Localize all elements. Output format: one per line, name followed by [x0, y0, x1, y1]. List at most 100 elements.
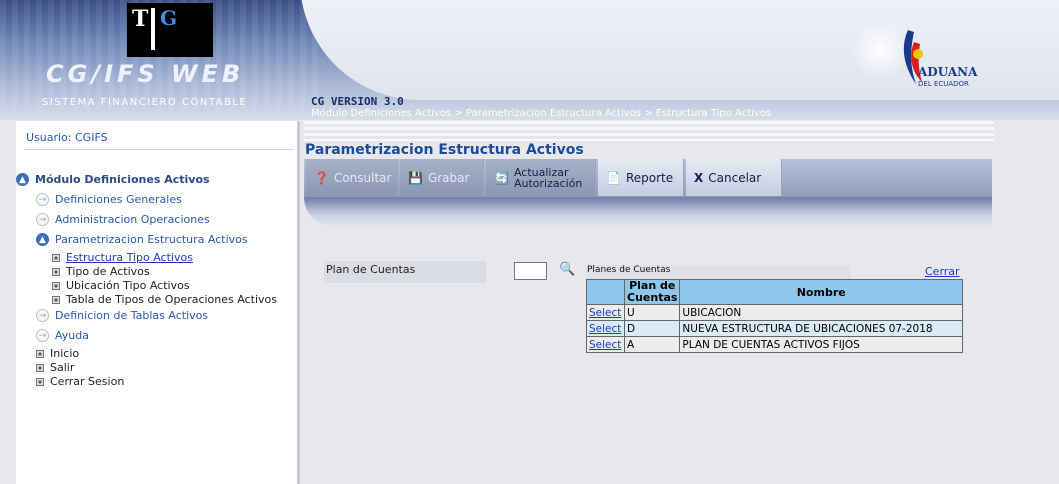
select-link[interactable]: Select — [589, 323, 621, 335]
sidebar-item-inicio[interactable]: Inicio — [36, 347, 79, 360]
actualizar-autorizacion-button[interactable]: 🔄 Actualizar Autorización — [486, 159, 596, 196]
bullet-icon — [52, 281, 60, 290]
sidebar: Usuario: CGIFS ▲ Módulo Definiciones Act… — [16, 121, 300, 484]
table-cell-name: PLAN DE CUENTAS ACTIVOS FIJOS — [679, 336, 963, 353]
table-cell-code: D — [623, 320, 681, 337]
lookup-popup-title: Planes de Cuentas — [586, 265, 851, 279]
table-row: Select U UBICACION — [586, 304, 963, 321]
app-title: CG/IFS WEB — [46, 60, 245, 88]
breadcrumb: Módulo Definiciones Activos > Parametriz… — [311, 108, 772, 119]
table-cell-code: A — [623, 336, 681, 353]
sidebar-subitem-label: Ubicación Tipo Activos — [66, 279, 190, 292]
logo-g: G — [160, 6, 178, 30]
sidebar-item-parametrizacion[interactable]: ▲ Parametrizacion Estructura Activos — [36, 233, 248, 246]
bullet-icon — [52, 267, 60, 276]
aduana-logo-text: ADUANA — [918, 65, 978, 79]
bullet-icon — [52, 295, 60, 304]
app-subtitle: SISTEMA FINANCIERO CONTABLE — [42, 97, 248, 108]
table-cell-select: Select — [586, 320, 625, 337]
table-cell-code: U — [623, 304, 681, 321]
arrow-right-icon: → — [36, 213, 49, 226]
sidebar-item-label: Ayuda — [55, 329, 89, 342]
help-icon: ❓ — [314, 170, 329, 185]
consultar-button[interactable]: ❓ Consultar — [306, 159, 398, 196]
sidebar-subitem-estructura-tipo-activos[interactable]: Estructura Tipo Activos — [52, 251, 193, 264]
aduana-logo-sub: DEL ECUADOR — [918, 80, 969, 88]
sidebar-item-label: Salir — [50, 361, 75, 374]
search-icon[interactable]: 🔍 — [559, 262, 575, 277]
collapse-up-icon: ▲ — [16, 173, 29, 186]
table-header-nombre: Nombre — [679, 279, 963, 305]
lookup-table: Plan de Cuentas Nombre Select U UBICACIO… — [586, 279, 963, 353]
user-label: Usuario: CGIFS — [26, 131, 108, 144]
bullet-icon — [52, 253, 60, 262]
sidebar-module-label: Módulo Definiciones Activos — [35, 173, 210, 186]
cancelar-button[interactable]: X Cancelar — [686, 159, 782, 196]
page-title: Parametrizacion Estructura Activos — [305, 142, 584, 158]
sidebar-module[interactable]: ▲ Módulo Definiciones Activos — [16, 173, 210, 186]
main-stripe — [304, 121, 994, 141]
reporte-label: Reporte — [625, 170, 674, 185]
sidebar-subitem-label: Tabla de Tipos de Operaciones Activos — [66, 293, 277, 306]
arrow-right-icon: → — [36, 193, 49, 206]
table-header-row: Plan de Cuentas Nombre — [586, 279, 963, 305]
refresh-icon: 🔄 — [494, 170, 509, 185]
sidebar-item-administracion-operaciones[interactable]: → Administracion Operaciones — [36, 213, 210, 226]
sidebar-item-label: Parametrizacion Estructura Activos — [55, 233, 248, 246]
sidebar-item-label: Definiciones Generales — [55, 193, 182, 206]
toolbar-shadow — [304, 197, 992, 227]
cancelar-label: Cancelar — [708, 170, 762, 185]
sidebar-item-label: Administracion Operaciones — [55, 213, 210, 226]
table-row: Select D NUEVA ESTRUCTURA DE UBICACIONES… — [586, 320, 963, 337]
version-label: CG VERSION 3.0 — [311, 95, 404, 108]
toolbar: ❓ Consultar 💾 Grabar 🔄 Actualizar Autori… — [304, 159, 992, 197]
table-header-plan: Plan de Cuentas — [623, 279, 681, 305]
bullet-icon — [36, 349, 44, 358]
plan-cuentas-label: Plan de Cuentas — [324, 261, 486, 283]
logo-t: T — [132, 6, 151, 32]
sidebar-subitem-ubicacion-tipo-activos[interactable]: Ubicación Tipo Activos — [52, 279, 190, 292]
sidebar-item-definiciones-generales[interactable]: → Definiciones Generales — [36, 193, 182, 206]
sidebar-item-salir[interactable]: Salir — [36, 361, 74, 374]
header-banner: T G CG/IFS WEB SISTEMA FINANCIERO CONTAB… — [0, 0, 1059, 120]
cancel-x-icon: X — [694, 170, 704, 185]
sidebar-item-label: Cerrar Sesion — [50, 375, 125, 388]
sidebar-item-label: Inicio — [50, 347, 80, 360]
table-cell-select: Select — [586, 336, 625, 353]
arrow-right-icon: → — [36, 329, 49, 342]
bullet-icon — [36, 363, 44, 372]
reporte-button[interactable]: 📄 Reporte — [598, 159, 684, 196]
grabar-label: Grabar — [427, 170, 470, 185]
actualizar-line2: Autorización — [513, 176, 583, 190]
table-cell-select: Select — [586, 304, 625, 321]
sidebar-item-cerrar-sesion[interactable]: Cerrar Sesion — [36, 375, 124, 388]
consultar-label: Consultar — [333, 170, 392, 185]
bullet-icon — [36, 377, 44, 386]
report-icon: 📄 — [606, 170, 621, 185]
sidebar-item-ayuda[interactable]: → Ayuda — [36, 329, 89, 342]
table-cell-name: UBICACION — [679, 304, 963, 321]
select-link[interactable]: Select — [589, 339, 621, 351]
app-window: T G CG/IFS WEB SISTEMA FINANCIERO CONTAB… — [0, 0, 1059, 484]
logo-bar — [151, 8, 155, 50]
select-link[interactable]: Select — [589, 307, 621, 319]
sidebar-subitem-label: Estructura Tipo Activos — [66, 251, 193, 264]
plan-cuentas-input[interactable] — [514, 262, 547, 280]
table-cell-name: NUEVA ESTRUCTURA DE UBICACIONES 07-2018 — [679, 320, 963, 337]
save-icon: 💾 — [408, 170, 423, 185]
sidebar-divider — [24, 149, 294, 150]
sidebar-item-label: Definicion de Tablas Activos — [55, 309, 209, 322]
sidebar-subitem-label: Tipo de Activos — [66, 265, 150, 278]
sidebar-subitem-tipo-de-activos[interactable]: Tipo de Activos — [52, 265, 150, 278]
close-link[interactable]: Cerrar — [925, 265, 960, 278]
actualizar-line1: Actualizar — [513, 165, 569, 179]
actualizar-label: Actualizar Autorización — [514, 167, 582, 189]
table-header-select — [586, 279, 625, 305]
table-row: Select A PLAN DE CUENTAS ACTIVOS FIJOS — [586, 336, 963, 353]
sidebar-subitem-tabla-tipos-operaciones[interactable]: Tabla de Tipos de Operaciones Activos — [52, 293, 277, 306]
collapse-up-icon: ▲ — [36, 233, 49, 246]
grabar-button[interactable]: 💾 Grabar — [400, 159, 484, 196]
main-content: Parametrizacion Estructura Activos ❓ Con… — [304, 121, 1059, 484]
sidebar-item-definicion-tablas[interactable]: → Definicion de Tablas Activos — [36, 309, 208, 322]
arrow-right-icon: → — [36, 309, 49, 322]
